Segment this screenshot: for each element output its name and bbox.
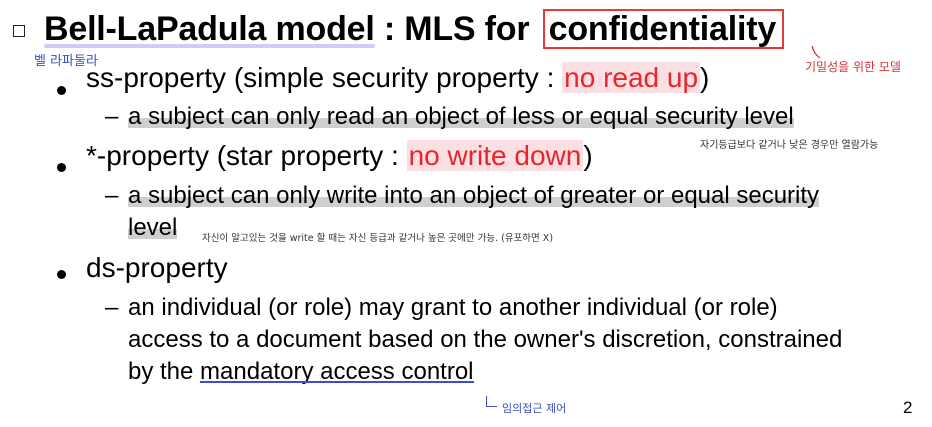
title-confidentiality: confidentiality bbox=[542, 9, 785, 49]
ds-sub-line3: by the mandatory access control bbox=[128, 356, 474, 388]
title-blp: Bell-LaPadula model bbox=[44, 10, 375, 48]
ss-property-line: ss-property (simple security property : … bbox=[86, 62, 709, 94]
ss-sub-highlight: a subject can only read an object of les… bbox=[128, 103, 794, 130]
arrow-icon bbox=[486, 396, 497, 407]
ds-property-label: ds-property bbox=[86, 252, 228, 283]
slide-title: Bell-LaPadula model : MLS for confidenti… bbox=[44, 9, 785, 49]
dash-star: – bbox=[105, 182, 119, 209]
title-bullet-icon bbox=[13, 25, 25, 37]
note-mac-korean: 임의접근 제어 bbox=[502, 402, 567, 415]
bullet-dot-star bbox=[57, 163, 66, 172]
bullet-dot-ss bbox=[57, 86, 66, 95]
ds-sub-line2: access to a document based on the owner'… bbox=[128, 326, 843, 353]
no-read-up: no read up bbox=[562, 62, 701, 93]
ss-close-paren: ) bbox=[700, 62, 710, 93]
star-sub-highlight-2: level bbox=[128, 214, 178, 241]
ss-sub-text: a subject can only read an object of les… bbox=[128, 101, 794, 133]
ds-sub-line1: an individual (or role) may grant to ano… bbox=[128, 294, 778, 321]
star-property-label: *-property (star property : bbox=[86, 140, 407, 171]
no-write-down: no write down bbox=[406, 140, 584, 171]
note-nwd-korean: 자신이 알고있는 것을 write 할 때는 자신 등급과 같거나 높은 곳에만… bbox=[202, 233, 554, 244]
dash-ds: – bbox=[105, 294, 119, 321]
star-property-line: *-property (star property : no write dow… bbox=[86, 140, 593, 172]
ds-sub-line3-prefix: by the bbox=[128, 358, 201, 385]
ss-property-label: ss-property (simple security property : bbox=[86, 62, 563, 93]
note-confidentiality-korean: 기밀성을 위한 모델 bbox=[805, 60, 901, 74]
star-sub-line1: a subject can only write into an object … bbox=[128, 180, 820, 212]
star-close-paren: ) bbox=[583, 140, 593, 171]
star-sub-line2: level bbox=[128, 212, 178, 244]
red-connector-line bbox=[811, 46, 821, 59]
bullet-dot-ds bbox=[57, 270, 66, 279]
note-nru-korean: 자기등급보다 같거나 낮은 경우만 열람가능 bbox=[700, 140, 879, 151]
mandatory-access-control: mandatory access control bbox=[200, 358, 474, 385]
star-sub-highlight-1: a subject can only write into an object … bbox=[128, 182, 820, 209]
page-number: 2 bbox=[903, 398, 913, 417]
dash-ss: – bbox=[105, 103, 119, 130]
title-middle: : MLS for bbox=[374, 10, 539, 48]
